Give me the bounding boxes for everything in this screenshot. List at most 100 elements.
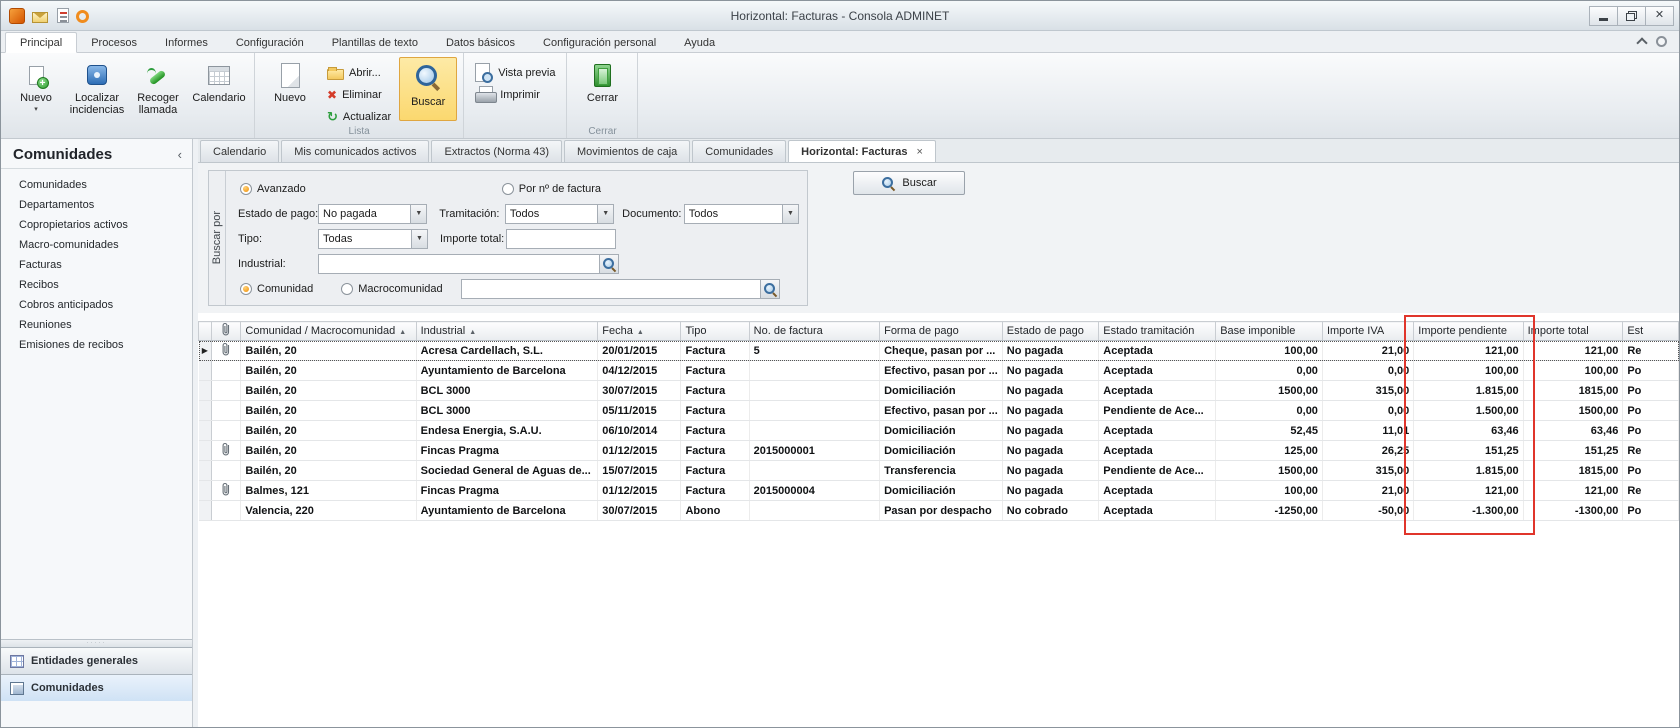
column-header-comunidad[interactable]: Comunidad / Macrocomunidad▲ xyxy=(241,322,416,341)
app-logo-icon[interactable] xyxy=(9,8,25,24)
table-row[interactable]: Valencia, 220Ayuntamiento de Barcelona30… xyxy=(199,501,1679,521)
table-row[interactable]: Bailén, 20Fincas Pragma01/12/2015Factura… xyxy=(199,441,1679,461)
abrir-button[interactable]: Abrir... xyxy=(322,63,396,82)
column-header-est[interactable]: Est xyxy=(1623,322,1679,341)
sidebar-item-recibos[interactable]: Recibos xyxy=(1,275,192,295)
document-tab-extractos-norma-43[interactable]: Extractos (Norma 43) xyxy=(431,140,562,162)
chevron-down-icon[interactable]: ▼ xyxy=(782,205,798,223)
column-header-label: Importe IVA xyxy=(1327,325,1384,337)
column-header-industrial[interactable]: Industrial▲ xyxy=(416,322,598,341)
industrial-input[interactable] xyxy=(318,254,600,274)
radio-macrocomunidad[interactable]: Macrocomunidad xyxy=(341,283,442,295)
close-button[interactable]: ✕ xyxy=(1645,6,1674,26)
sidebar-item-facturas[interactable]: Facturas xyxy=(1,255,192,275)
menu-tab-datos-b-sicos[interactable]: Datos básicos xyxy=(432,33,529,52)
column-header-factura[interactable]: No. de factura xyxy=(749,322,879,341)
calendario-button[interactable]: Calendario xyxy=(190,57,248,121)
table-row[interactable]: Bailén, 20Ayuntamiento de Barcelona04/12… xyxy=(199,361,1679,381)
table-row[interactable]: Bailén, 20BCL 300030/07/2015FacturaDomic… xyxy=(199,381,1679,401)
table-row[interactable]: Bailén, 20Sociedad General de Aguas de..… xyxy=(199,461,1679,481)
attachment-column-header[interactable] xyxy=(212,322,241,341)
report-icon[interactable] xyxy=(57,8,69,23)
comunidad-search-button[interactable] xyxy=(761,279,780,299)
sidebar-item-macro-comunidades[interactable]: Macro-comunidades xyxy=(1,235,192,255)
column-header-base[interactable]: Base imponible xyxy=(1216,322,1323,341)
table-row[interactable]: ▶Bailén, 20Acresa Cardellach, S.L.20/01/… xyxy=(199,341,1679,361)
menu-tab-procesos[interactable]: Procesos xyxy=(77,33,151,52)
nav-button-label: Entidades generales xyxy=(31,655,138,667)
importe-total-input[interactable] xyxy=(506,229,616,249)
chevron-down-icon[interactable]: ▼ xyxy=(597,205,613,223)
new-document-icon: + xyxy=(29,66,44,85)
search-panel-side-label: Buscar por xyxy=(209,171,226,305)
document-tab-movimientos-de-caja[interactable]: Movimientos de caja xyxy=(564,140,690,162)
ribbon-options-icon[interactable] xyxy=(1656,36,1667,47)
menu-tab-informes[interactable]: Informes xyxy=(151,33,222,52)
document-tab-horizontal-facturas[interactable]: Horizontal: Facturas× xyxy=(788,140,936,162)
eliminar-button[interactable]: ✖ Eliminar xyxy=(322,85,396,104)
document-tab-calendario[interactable]: Calendario xyxy=(200,140,279,162)
ring-icon[interactable] xyxy=(76,10,89,23)
document-tab-comunidades[interactable]: Comunidades xyxy=(692,140,786,162)
estado-pago-combo[interactable]: No pagada ▼ xyxy=(318,204,427,224)
attachment-cell xyxy=(212,501,241,521)
row-indicator-cell xyxy=(199,481,212,501)
sidebar-item-reuniones[interactable]: Reuniones xyxy=(1,315,192,335)
restore-button[interactable] xyxy=(1617,6,1646,26)
radio-comunidad[interactable]: Comunidad xyxy=(240,283,313,295)
menu-tab-plantillas-de-texto[interactable]: Plantillas de texto xyxy=(318,33,432,52)
sidebar-item-comunidades[interactable]: Comunidades xyxy=(1,175,192,195)
column-header-total[interactable]: Importe total xyxy=(1523,322,1623,341)
menu-tab-principal[interactable]: Principal xyxy=(5,32,77,53)
cell-iva: -50,00 xyxy=(1322,501,1413,521)
column-header-forma[interactable]: Forma de pago xyxy=(880,322,1003,341)
sidebar-item-emisiones-de-recibos[interactable]: Emisiones de recibos xyxy=(1,335,192,355)
imprimir-button[interactable]: Imprimir xyxy=(470,85,560,104)
sidebar-item-copropietarios-activos[interactable]: Copropietarios activos xyxy=(1,215,192,235)
document-tab-mis-comunicados-activos[interactable]: Mis comunicados activos xyxy=(281,140,429,162)
nav-button-comunidades[interactable]: Comunidades xyxy=(1,674,192,701)
table-row[interactable]: Balmes, 121Fincas Pragma01/12/2015Factur… xyxy=(199,481,1679,501)
table-row[interactable]: Bailén, 20Endesa Energia, S.A.U.06/10/20… xyxy=(199,421,1679,441)
cell-tipo: Abono xyxy=(681,501,749,521)
table-row[interactable]: Bailén, 20BCL 300005/11/2015FacturaEfect… xyxy=(199,401,1679,421)
menu-tab-configuraci-n-personal[interactable]: Configuración personal xyxy=(529,33,670,52)
menu-tab-configuraci-n[interactable]: Configuración xyxy=(222,33,318,52)
radio-por-num-factura[interactable]: Por nº de factura xyxy=(502,183,601,195)
column-header-tipo[interactable]: Tipo xyxy=(681,322,749,341)
splitter-grip[interactable]: ····· xyxy=(1,639,192,647)
nav-button-entidades-generales[interactable]: Entidades generales xyxy=(1,647,192,674)
comunidad-input[interactable] xyxy=(461,279,761,299)
document-tab-label: Extractos (Norma 43) xyxy=(444,146,549,158)
sidebar-collapse-icon[interactable]: ‹ xyxy=(178,147,182,162)
cerrar-button[interactable]: Cerrar xyxy=(573,57,631,121)
sidebar-item-departamentos[interactable]: Departamentos xyxy=(1,195,192,215)
industrial-search-button[interactable] xyxy=(600,254,619,274)
tab-close-icon[interactable]: × xyxy=(917,146,923,158)
chevron-down-icon[interactable]: ▼ xyxy=(410,205,426,223)
tipo-combo[interactable]: Todas ▼ xyxy=(318,229,428,249)
menu-tab-ayuda[interactable]: Ayuda xyxy=(670,33,729,52)
nuevo-split-button[interactable]: + Nuevo ▾ xyxy=(7,57,65,121)
column-header-pendiente[interactable]: Importe pendiente xyxy=(1414,322,1523,341)
recoger-llamada-button[interactable]: Recoger llamada xyxy=(129,57,187,121)
column-header-estado_tram[interactable]: Estado tramitación xyxy=(1099,322,1216,341)
tramitacion-combo[interactable]: Todos ▼ xyxy=(505,204,614,224)
ribbon-collapse-icon[interactable] xyxy=(1636,37,1647,48)
buscar-panel-button[interactable]: Buscar xyxy=(853,171,965,195)
radio-avanzado[interactable]: Avanzado xyxy=(240,183,306,195)
sidebar-item-cobros-anticipados[interactable]: Cobros anticipados xyxy=(1,295,192,315)
documento-combo[interactable]: Todos ▼ xyxy=(684,204,799,224)
minimize-button[interactable] xyxy=(1589,6,1618,26)
column-header-fecha[interactable]: Fecha▲ xyxy=(598,322,681,341)
vista-previa-button[interactable]: Vista previa xyxy=(470,63,560,82)
column-header-estado_pago[interactable]: Estado de pago xyxy=(1002,322,1098,341)
actualizar-button[interactable]: ↻ Actualizar xyxy=(322,107,396,126)
column-header-iva[interactable]: Importe IVA xyxy=(1322,322,1413,341)
buscar-button[interactable]: Buscar xyxy=(399,57,457,121)
nuevo-button[interactable]: Nuevo xyxy=(261,57,319,121)
chevron-down-icon[interactable]: ▼ xyxy=(411,230,427,248)
sort-asc-icon: ▲ xyxy=(469,329,476,336)
localizar-incidencias-button[interactable]: Localizar incidencias xyxy=(68,57,126,121)
mail-icon[interactable] xyxy=(32,12,48,23)
